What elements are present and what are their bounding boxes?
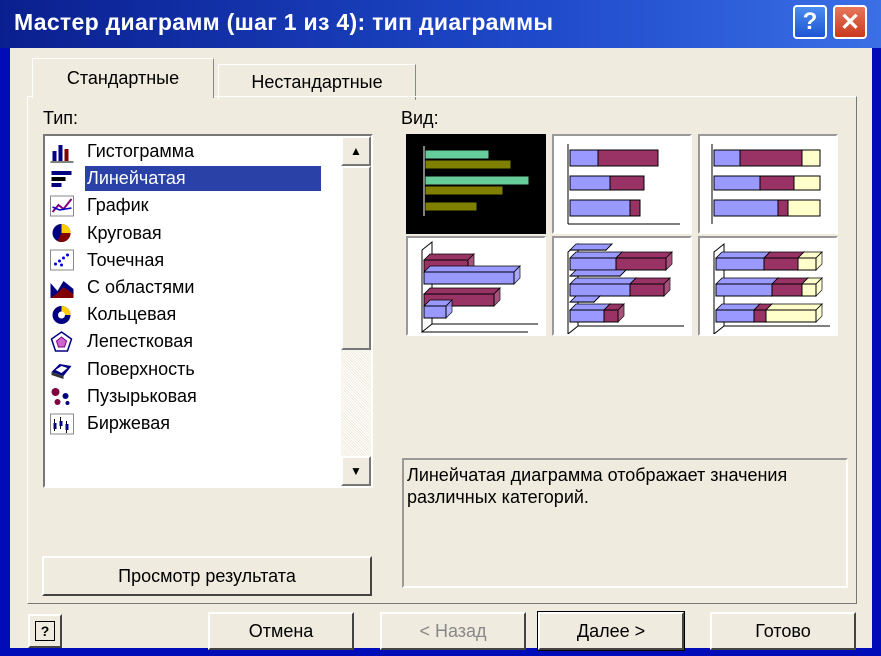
preview-button[interactable]: Просмотр результата [42,556,372,596]
list-item[interactable]: Пузырьковая [47,383,335,410]
list-item-label: Гистограмма [87,141,195,161]
list-item[interactable]: Биржевая [47,410,335,437]
subtype-3d-stacked-bar[interactable] [552,236,692,336]
list-item-label: С областями [87,277,195,297]
subtype-percent-stacked-bar[interactable] [698,134,838,234]
column-chart-icon [49,141,75,163]
list-item-label: Пузырьковая [87,385,197,406]
scroll-down-button[interactable]: ▼ [341,456,371,486]
subtype-clustered-bar[interactable] [406,134,546,234]
scatter-chart-icon [49,249,75,271]
list-item[interactable]: Гистограмма [47,138,335,165]
list-item[interactable]: Поверхность [47,356,335,383]
list-item-label: Лепестковая [87,331,194,352]
finish-button[interactable]: Готово [710,612,856,650]
surface-chart-icon [49,358,75,380]
pie-chart-icon [49,222,75,244]
bubble-chart-icon [49,385,75,407]
tab-nonstandard[interactable]: Нестандартные [218,64,416,100]
list-item-label: Кольцевая [87,304,177,325]
radar-chart-icon [49,330,75,353]
line-chart-icon [49,195,75,217]
list-scrollbar[interactable]: ▲ ▼ [341,136,371,486]
list-item-label: Биржевая [87,413,171,433]
dialog-body: Стандартные Нестандартные Тип: Вид: Гист… [10,48,872,651]
help-button[interactable]: ? [793,5,827,39]
bar-chart-icon [49,168,75,190]
window-title: Мастер диаграмм (шаг 1 из 4): тип диагра… [14,9,554,35]
scroll-up-button[interactable]: ▲ [341,136,371,166]
subtype-stacked-bar[interactable] [552,134,692,234]
list-item[interactable]: График [47,192,335,219]
list-item-label: График [87,195,149,216]
chart-type-list[interactable]: Гистограмма Линейчатая График Круговая Точеч… [43,134,373,488]
tab-standard[interactable]: Стандартные [32,58,214,98]
list-item-label: Круговая [87,222,162,243]
next-button[interactable]: Далее > [537,611,685,651]
title-bar[interactable]: Мастер диаграмм (шаг 1 из 4): тип диагра… [0,0,881,48]
stock-chart-icon [49,413,75,435]
list-item-label: Поверхность [87,358,195,379]
chart-wizard-window: Мастер диаграмм (шаг 1 из 4): тип диагра… [0,0,881,656]
list-item[interactable]: Круговая [47,220,335,247]
assistant-button[interactable]: ? [28,614,62,648]
list-item[interactable]: С областями [47,274,335,301]
list-item-label: Линейчатая [85,166,321,192]
list-item[interactable]: Линейчатая [47,165,335,192]
area-chart-icon [49,277,75,299]
list-item[interactable]: Кольцевая [47,301,335,328]
back-button[interactable]: < Назад [380,612,526,650]
subtype-description: Линейчатая диаграмма отображает значения… [402,458,848,588]
view-label: Вид: [401,108,439,128]
list-item[interactable]: Точечная [47,247,335,274]
list-item[interactable]: Лепестковая [47,328,335,355]
scroll-thumb[interactable] [341,166,371,350]
scroll-track[interactable] [341,350,371,456]
cancel-button[interactable]: Отмена [208,612,354,650]
subtype-3d-percent-stacked-bar[interactable] [698,236,838,336]
list-item-label: Точечная [87,249,165,270]
help-icon: ? [35,621,55,641]
subtype-3d-clustered-bar[interactable] [406,236,546,336]
close-button[interactable]: ✕ [833,5,867,39]
type-label: Тип: [43,108,79,128]
doughnut-chart-icon [49,304,75,326]
